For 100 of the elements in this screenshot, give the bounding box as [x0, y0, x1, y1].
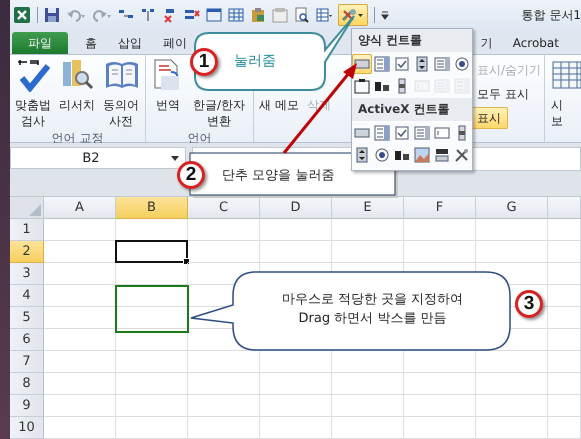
grid-cell[interactable] [548, 373, 581, 395]
grid-cell[interactable] [404, 373, 476, 395]
column-header[interactable]: A [44, 197, 116, 219]
customize-icon[interactable] [381, 9, 389, 21]
grid-cell[interactable] [548, 219, 581, 241]
ribbon-tab[interactable]: 삽입 [109, 32, 151, 54]
books-magnifier-icon [60, 58, 94, 92]
grid-cell[interactable] [116, 417, 188, 439]
ribbon-button[interactable]: 모두 표시 [470, 83, 536, 105]
grid-cell[interactable] [188, 219, 260, 241]
grid-cell[interactable] [332, 373, 404, 395]
button-control-icon[interactable] [352, 54, 372, 74]
column-header[interactable]: F [404, 197, 476, 219]
ribbon-button[interactable]: 리서치 [56, 55, 98, 131]
ribbon-button[interactable]: 번역 [148, 55, 188, 131]
grid-cell[interactable] [260, 417, 332, 439]
grid-cell[interactable] [548, 241, 581, 263]
grid-cell[interactable] [404, 395, 476, 417]
row-header[interactable]: 4 [10, 285, 44, 307]
grid-cell[interactable] [44, 373, 116, 395]
grid-cell[interactable] [548, 351, 581, 373]
table-icon[interactable] [228, 7, 244, 23]
menu-section-title: 양식 컨트롤 [352, 29, 472, 52]
row-header[interactable]: 2 [10, 241, 44, 263]
column-header[interactable]: G [476, 197, 548, 219]
row-header[interactable]: 9 [10, 395, 44, 417]
grid-cell[interactable] [404, 219, 476, 241]
row-header[interactable]: 10 [10, 417, 44, 439]
spreadsheet-logo-icon[interactable] [13, 6, 31, 24]
grid-cell[interactable] [332, 417, 404, 439]
grid-cell[interactable] [548, 417, 581, 439]
name-box[interactable]: B2 [10, 147, 186, 169]
clipboard-icon[interactable] [250, 7, 266, 23]
combo-box-icon[interactable] [372, 54, 392, 74]
column-header[interactable]: C [188, 197, 260, 219]
grid-cell[interactable] [188, 351, 260, 373]
grid-cell[interactable] [548, 395, 581, 417]
grid-cell[interactable] [116, 395, 188, 417]
column-header[interactable]: E [332, 197, 404, 219]
ribbon-button[interactable]: 맞춤법 검사 [12, 55, 54, 131]
grid-cell[interactable] [188, 395, 260, 417]
grid-cell[interactable] [404, 241, 476, 263]
grid-cell[interactable] [260, 373, 332, 395]
save-icon[interactable] [44, 7, 60, 23]
grid-cell[interactable] [476, 373, 548, 395]
image-icon[interactable] [412, 145, 432, 165]
ribbon-button[interactable]: 동의어 사전 [100, 55, 142, 131]
grid-cell[interactable] [476, 395, 548, 417]
grid-cell[interactable] [332, 219, 404, 241]
layout-icon[interactable] [140, 7, 156, 23]
grid-cell[interactable] [188, 241, 260, 263]
ribbon-button[interactable]: 시 보 [547, 55, 581, 142]
controls-button[interactable] [338, 4, 368, 26]
row-header[interactable]: 8 [10, 373, 44, 395]
grid-cell[interactable] [116, 263, 188, 285]
grid-cell[interactable] [548, 329, 581, 351]
grid-cell[interactable] [332, 395, 404, 417]
undo-icon[interactable] [66, 7, 86, 23]
row-header[interactable]: 7 [10, 351, 44, 373]
grid-cell[interactable] [476, 219, 548, 241]
column-header[interactable]: B [116, 197, 188, 219]
selected-cell[interactable] [115, 240, 188, 263]
grid-cell[interactable] [260, 241, 332, 263]
grid-cell[interactable] [188, 373, 260, 395]
dropdown-icon[interactable] [171, 156, 179, 160]
group-box-icon[interactable] [352, 76, 372, 96]
grid-cell[interactable] [332, 241, 404, 263]
ribbon-tab[interactable]: Acrobat [504, 32, 568, 54]
grid-cell[interactable] [476, 241, 548, 263]
grid-cell[interactable] [44, 395, 116, 417]
table-dropdown-icon[interactable] [316, 7, 332, 23]
row-header[interactable]: 1 [10, 219, 44, 241]
grid-cell[interactable] [116, 351, 188, 373]
row-header[interactable]: 3 [10, 263, 44, 285]
grid-cell[interactable] [260, 395, 332, 417]
ribbon-tab[interactable]: 기 [472, 32, 502, 54]
grid-cell[interactable] [44, 417, 116, 439]
print-preview-icon[interactable] [294, 7, 310, 23]
grid-cell[interactable] [476, 417, 548, 439]
grid-cell[interactable] [188, 417, 260, 439]
redo-icon[interactable] [92, 7, 112, 23]
window-icon[interactable] [206, 7, 222, 23]
row-header[interactable]: 6 [10, 329, 44, 351]
ribbon-tab[interactable]: 파일 [12, 32, 68, 54]
ribbon-button[interactable]: 표시 [470, 107, 508, 129]
grid-cell[interactable] [44, 263, 116, 285]
column-header[interactable] [548, 197, 581, 219]
column-header[interactable]: D [260, 197, 332, 219]
select-all-corner[interactable] [10, 197, 44, 219]
grid-cell[interactable] [44, 219, 116, 241]
grid-cell[interactable] [260, 219, 332, 241]
grid-cell[interactable] [116, 373, 188, 395]
ribbon-tab[interactable]: 홈 [76, 32, 106, 54]
grid-cell[interactable] [404, 417, 476, 439]
grid-cell[interactable] [548, 285, 581, 307]
grid-cell[interactable] [548, 263, 581, 285]
grid-cell[interactable] [548, 307, 581, 329]
grid-cell[interactable] [44, 351, 116, 373]
row-header[interactable]: 5 [10, 307, 44, 329]
combo-box-icon[interactable] [372, 123, 392, 143]
